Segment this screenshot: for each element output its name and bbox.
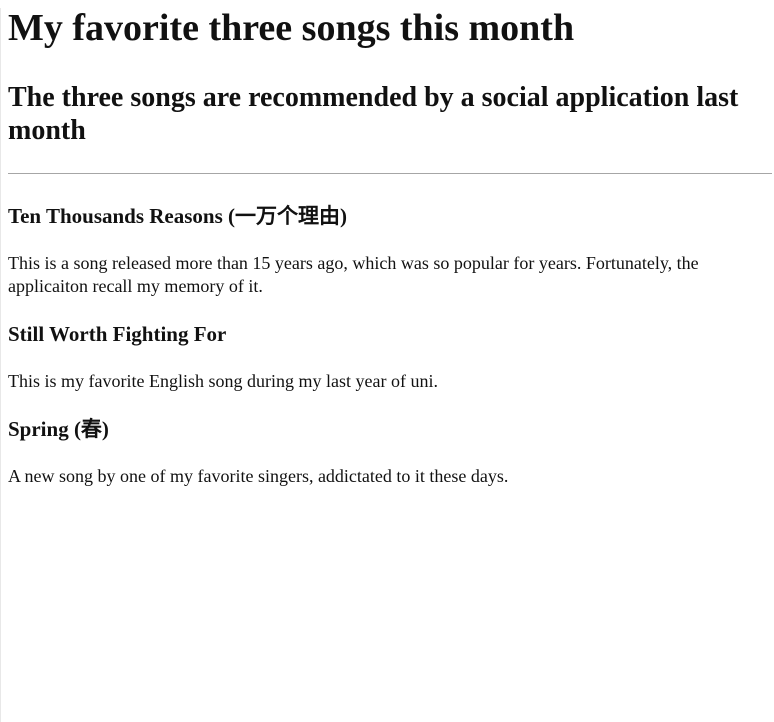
song-item-spring: Spring (春) A new song by one of my favor… xyxy=(8,417,774,488)
song-description: This is a song released more than 15 yea… xyxy=(8,253,699,296)
page-subtitle: The three songs are recommended by a soc… xyxy=(8,82,739,146)
page: My favorite three songs this month The t… xyxy=(0,8,774,722)
song-description: This is my favorite English song during … xyxy=(8,371,438,391)
song-item-still-worth-fighting-for: Still Worth Fighting For This is my favo… xyxy=(8,322,774,393)
horizontal-rule xyxy=(8,173,772,174)
song-title: Still Worth Fighting For xyxy=(8,322,227,346)
song-title: Spring (春) xyxy=(8,417,109,441)
left-edge-divider xyxy=(0,8,1,722)
song-description: A new song by one of my favorite singers… xyxy=(8,466,509,486)
song-item-ten-thousands-reasons: Ten Thousands Reasons (一万个理由) This is a … xyxy=(8,204,774,298)
song-title: Ten Thousands Reasons (一万个理由) xyxy=(8,204,348,228)
page-title: My favorite three songs this month xyxy=(8,7,575,49)
